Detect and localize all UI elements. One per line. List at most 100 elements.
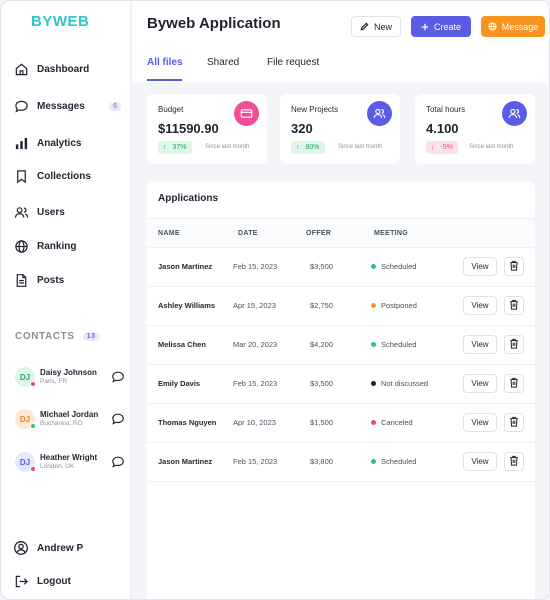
offer-amount: $2,750 xyxy=(310,301,333,310)
user-name: Andrew P xyxy=(37,542,84,554)
delete-button[interactable] xyxy=(504,335,524,354)
table-row: Emily Davis Feb 15, 2023 $3,500 Not disc… xyxy=(147,365,535,404)
stat-change: 37% xyxy=(172,144,187,151)
contact-item[interactable]: DJ Michael Jordan Bucharest, RO xyxy=(15,405,127,433)
create-button[interactable]: Create xyxy=(411,16,471,37)
view-button[interactable]: View xyxy=(463,374,497,393)
table-header: NAME DATE OFFER MEETING xyxy=(147,218,535,248)
sidebar-item-analytics[interactable]: Analytics xyxy=(13,132,125,154)
sidebar-item-users[interactable]: Users xyxy=(13,201,125,223)
view-button[interactable]: View xyxy=(463,413,497,432)
applications-title: Applications xyxy=(158,193,219,204)
sidebar-item-label: Messages xyxy=(37,100,85,112)
meeting-status: Scheduled xyxy=(371,340,416,349)
stat-change-badge: ↓ -5% xyxy=(426,141,458,154)
meeting-status: Postponed xyxy=(371,301,417,310)
sidebar-item-dashboard[interactable]: Dashboard xyxy=(13,58,125,80)
trash-icon xyxy=(509,297,519,315)
offer-amount: $4,200 xyxy=(310,340,333,349)
column-header[interactable]: NAME xyxy=(158,230,180,237)
sidebar-item-collections[interactable]: Collections xyxy=(13,165,125,187)
users-icon xyxy=(13,204,29,220)
chat-icon[interactable] xyxy=(111,412,125,426)
contact-item[interactable]: DJ Heather Wright London, UK xyxy=(15,448,127,476)
status-dot xyxy=(371,303,376,308)
delete-button[interactable] xyxy=(504,413,524,432)
stat-card-total-hours: Total hours 4.100 ↓ -5% Since last month xyxy=(415,94,535,164)
applicant-name: Emily Davis xyxy=(158,379,201,388)
tab-file-request[interactable]: File request xyxy=(267,57,319,68)
column-header[interactable]: OFFER xyxy=(306,230,331,237)
meeting-status: Not discussed xyxy=(371,379,428,388)
new-button[interactable]: New xyxy=(351,16,401,37)
stat-card-budget: Budget $11590.90 ↑ 37% Since last month xyxy=(147,94,267,164)
tab-all-files[interactable]: All files xyxy=(147,57,183,68)
sidebar-item-messages[interactable]: Messages 6 xyxy=(13,95,125,117)
view-button[interactable]: View xyxy=(463,257,497,276)
stat-value: 320 xyxy=(291,121,313,136)
stat-change: -5% xyxy=(440,144,453,151)
users-icon xyxy=(367,101,392,126)
logout-button[interactable]: Logout xyxy=(13,570,125,592)
create-button-label: Create xyxy=(433,21,461,32)
meeting-status-label: Not discussed xyxy=(381,379,429,388)
sidebar-item-label: Dashboard xyxy=(37,63,90,75)
sidebar-item-ranking[interactable]: Ranking xyxy=(13,235,125,257)
unread-badge: 6 xyxy=(109,101,121,111)
users-icon xyxy=(502,101,527,126)
view-button[interactable]: View xyxy=(463,296,497,315)
meeting-status: Scheduled xyxy=(371,262,416,271)
stat-title: Budget xyxy=(158,105,184,114)
offer-amount: $3,800 xyxy=(310,457,333,466)
table-row: Ashley Williams Apr 15, 2023 $2,750 Post… xyxy=(147,287,535,326)
applicant-name: Jason Martinez xyxy=(158,457,213,466)
chat-icon xyxy=(13,98,29,114)
arrow-up-icon: ↑ xyxy=(296,144,300,151)
delete-button[interactable] xyxy=(504,257,524,276)
status-dot xyxy=(371,342,376,347)
trash-icon xyxy=(509,375,519,393)
delete-button[interactable] xyxy=(504,452,524,471)
status-dot xyxy=(30,381,36,387)
applicant-name: Jason Martinez xyxy=(158,262,213,271)
application-date: Feb 15, 2023 xyxy=(233,457,278,466)
status-dot xyxy=(30,423,36,429)
view-button[interactable]: View xyxy=(463,452,497,471)
stat-title: Total hours xyxy=(426,105,466,114)
contact-location: Bucharest, RO xyxy=(40,420,83,427)
stat-since: Since last month xyxy=(469,144,514,150)
delete-button[interactable] xyxy=(504,296,524,315)
active-tab-indicator xyxy=(147,79,182,81)
user-profile[interactable]: Andrew P xyxy=(13,537,125,559)
stat-change: 80% xyxy=(305,144,320,151)
applicant-name: Thomas Nguyen xyxy=(158,418,217,427)
chat-icon[interactable] xyxy=(111,455,125,469)
application-date: Feb 15, 2023 xyxy=(233,262,278,271)
applicant-name: Ashley Williams xyxy=(158,301,216,310)
contact-item[interactable]: DJ Daisy Johnson Paris, FR xyxy=(15,363,127,391)
trash-icon xyxy=(509,336,519,354)
new-button-label: New xyxy=(373,21,392,32)
application-date: Mar 20, 2023 xyxy=(233,340,278,349)
message-button[interactable]: Message xyxy=(481,16,545,37)
delete-button[interactable] xyxy=(504,374,524,393)
globe-icon xyxy=(488,22,497,31)
sidebar-item-posts[interactable]: Posts xyxy=(13,269,125,291)
view-button[interactable]: View xyxy=(463,335,497,354)
column-header[interactable]: MEETING xyxy=(374,230,408,237)
avatar-initials: DJ xyxy=(19,372,31,382)
chat-icon[interactable] xyxy=(111,370,125,384)
brand-logo[interactable]: BYWEB xyxy=(31,13,89,30)
column-header[interactable]: DATE xyxy=(238,230,258,237)
arrow-up-icon: ↑ xyxy=(163,144,167,151)
document-icon xyxy=(13,272,29,288)
tab-shared[interactable]: Shared xyxy=(207,57,239,68)
meeting-status-label: Scheduled xyxy=(381,457,417,466)
applications-panel: Applications NAME DATE OFFER MEETING Jas… xyxy=(147,181,535,599)
trash-icon xyxy=(509,414,519,432)
contacts-heading: CONTACTS 13 xyxy=(15,331,100,342)
application-date: Feb 15, 2023 xyxy=(233,379,278,388)
sidebar-item-label: Users xyxy=(37,206,65,218)
avatar-initials: DJ xyxy=(19,457,31,467)
stat-title: New Projects xyxy=(291,105,339,114)
